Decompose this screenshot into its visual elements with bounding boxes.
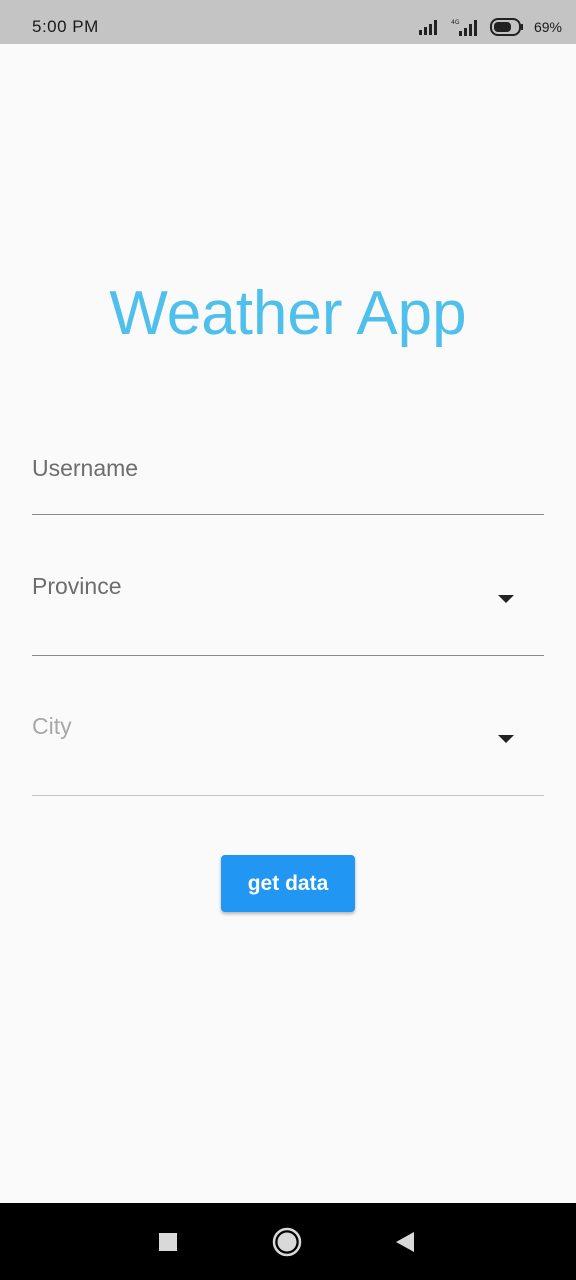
status-icons: 4G 69% xyxy=(418,16,562,38)
dropdown-arrow-icon[interactable] xyxy=(498,735,514,743)
province-label: Province xyxy=(32,573,122,599)
get-data-button[interactable]: get data xyxy=(221,855,355,912)
province-dropdown[interactable]: Province xyxy=(32,560,544,658)
battery-percentage: 69% xyxy=(533,19,562,35)
home-icon[interactable] xyxy=(272,1227,302,1257)
city-label: City xyxy=(32,713,72,739)
username-underline xyxy=(32,514,544,515)
status-bar: 5:00 PM 4G 69% xyxy=(0,0,576,44)
status-time: 5:00 PM xyxy=(32,17,99,36)
username-field[interactable]: Username xyxy=(32,440,544,516)
city-dropdown[interactable]: City xyxy=(32,700,544,798)
battery-icon xyxy=(489,18,523,36)
back-icon[interactable] xyxy=(394,1231,416,1253)
city-underline xyxy=(32,795,544,796)
dropdown-arrow-icon[interactable] xyxy=(498,595,514,603)
cellular-signal-icon xyxy=(418,20,437,35)
app-title: Weather App xyxy=(109,279,467,348)
province-underline xyxy=(32,655,544,656)
cellular-4g-signal-icon: 4G xyxy=(451,19,477,36)
recent-apps-icon[interactable] xyxy=(158,1232,178,1252)
navigation-bar xyxy=(0,1203,576,1280)
svg-text:4G: 4G xyxy=(451,19,460,26)
username-label: Username xyxy=(32,455,139,481)
